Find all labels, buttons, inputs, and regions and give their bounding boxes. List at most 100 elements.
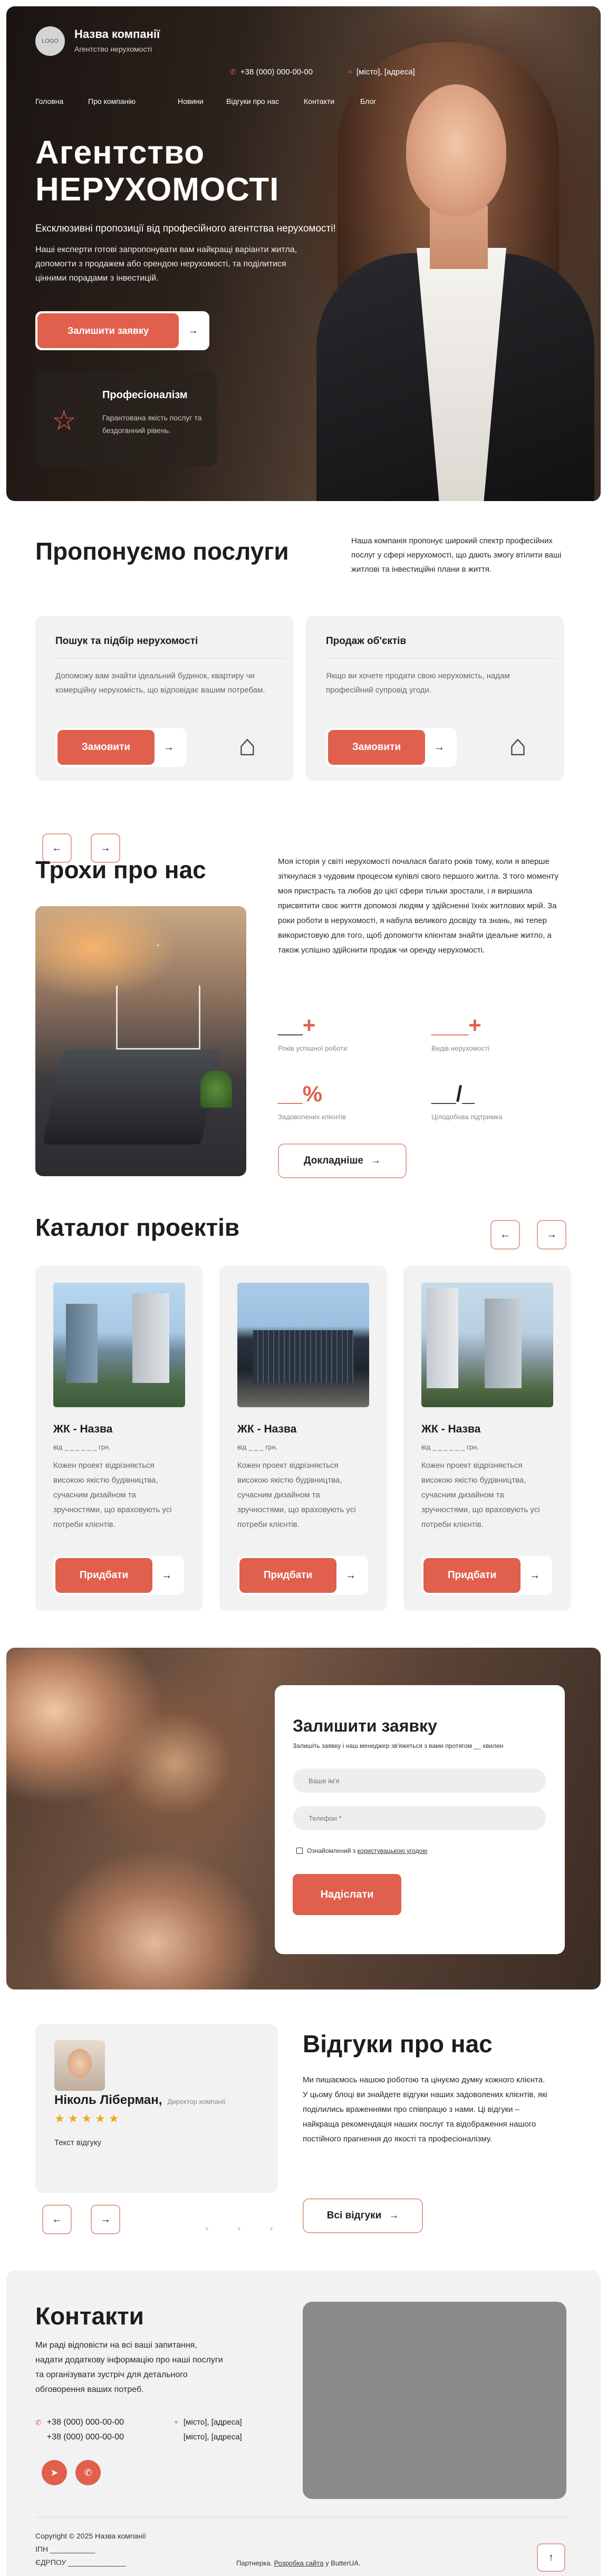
scroll-top-button[interactable]: ↑: [537, 2543, 565, 2572]
house-price-icon: ⌂: [509, 728, 527, 762]
all-reviews-button[interactable]: Всі відгуки →: [303, 2198, 423, 2233]
consent-text: Ознайомлений з користувацькою угодою: [307, 1847, 427, 1854]
request-title: Залишити заявку: [293, 1716, 437, 1735]
carousel-dot[interactable]: [270, 2227, 273, 2230]
arrow-right-icon[interactable]: →: [152, 1558, 181, 1593]
project-image: [53, 1283, 185, 1407]
buy-button[interactable]: Придбати: [423, 1558, 521, 1593]
stat-suffix: +: [302, 1013, 316, 1037]
credit-suffix: у ButterUA.: [323, 2559, 361, 2567]
project-name: ЖК - Назва: [421, 1423, 481, 1435]
project-description: Кожен проект відрізняється високою якіст…: [53, 1461, 172, 1529]
project-image: [237, 1283, 369, 1407]
phone-input[interactable]: [293, 1806, 546, 1830]
order-button[interactable]: Замовити: [328, 730, 425, 765]
stat-clients: __%: [278, 1081, 322, 1107]
logo-text: LOGO: [42, 38, 59, 44]
buy-button[interactable]: Придбати: [239, 1558, 336, 1593]
user-agreement-link[interactable]: користувацькою угодою: [358, 1847, 428, 1854]
header-address: ⌖ [місто], [адреса]: [348, 68, 415, 76]
divider: [326, 658, 558, 659]
telegram-icon[interactable]: ➤: [42, 2460, 67, 2485]
ipn: ІПН ___________: [35, 2545, 95, 2553]
contact-phone[interactable]: ✆+38 (000) 000-00-00: [35, 2418, 124, 2427]
services-intro: Наша компанія пропонує широкий спектр пр…: [351, 536, 562, 574]
contacts-description: Ми раді відповісти на всі ваші запитання…: [35, 2341, 223, 2394]
contact-address-text: [місто], [адреса]: [183, 2433, 242, 2442]
arrow-left-icon: ←: [52, 842, 62, 854]
arrow-right-icon[interactable]: →: [179, 313, 207, 348]
contact-address: ⌖[місто], [адреса]: [174, 2418, 242, 2427]
carousel-dot[interactable]: [238, 2227, 240, 2230]
nav-item-contacts[interactable]: Контакти: [304, 97, 360, 105]
project-price: від _ _ _ _ _ _ грн.: [53, 1443, 111, 1451]
project-image: [421, 1283, 553, 1407]
service-card-text: Якщо ви хочете продати свою нерухомість,…: [326, 671, 510, 695]
stat-label: Задоволених клієнтів: [278, 1113, 346, 1121]
developer-link[interactable]: Розробка сайта: [274, 2559, 324, 2567]
stat-suffix: +: [468, 1013, 481, 1037]
stat-label: Років успішної роботи: [278, 1044, 348, 1052]
leave-request-button[interactable]: Залишити заявку: [37, 313, 179, 348]
more-button-label: Докладніше: [304, 1155, 363, 1166]
about-title: Трохи про нас: [35, 856, 206, 883]
map[interactable]: [303, 2302, 566, 2499]
name-input[interactable]: [293, 1768, 546, 1793]
credit-prefix: Партнерка.: [236, 2559, 274, 2567]
arrow-right-icon[interactable]: →: [521, 1558, 549, 1593]
service-card-title: Пошук та підбір нерухомості: [55, 636, 198, 647]
logo[interactable]: LOGO: [35, 26, 65, 56]
footer-legal: Copyright © 2025 Назва компанії ІПН ____…: [35, 2530, 146, 2569]
nav-item-news[interactable]: Новини: [178, 97, 226, 105]
consent-row: Ознайомлений з користувацькою угодою: [296, 1847, 427, 1854]
catalog-next-button[interactable]: →: [537, 1220, 566, 1249]
reviews-next-button[interactable]: →: [91, 2205, 120, 2234]
reviews-title: Відгуки про нас: [303, 2030, 493, 2058]
header-phone-text: +38 (000) 000-00-00: [240, 68, 313, 76]
laptop-image: [42, 1050, 221, 1145]
reviews-prev-button[interactable]: ←: [42, 2205, 72, 2234]
nav-item-reviews[interactable]: Відгуки про нас: [226, 97, 304, 105]
hero-lead: Ексклюзивні пропозиції від професійного …: [35, 223, 336, 234]
contact-phone-text: +38 (000) 000-00-00: [46, 2418, 124, 2427]
buy-button[interactable]: Придбати: [55, 1558, 152, 1593]
feature-text: Гарантована якість послуг та бездоганний…: [102, 414, 202, 435]
viber-icon[interactable]: ✆: [75, 2460, 101, 2485]
arrow-right-icon: →: [100, 842, 111, 854]
stat-suffix: %: [302, 1081, 323, 1106]
contacts-title: Контакти: [35, 2302, 144, 2330]
carousel-dot[interactable]: [206, 2227, 208, 2230]
arrow-left-icon: ←: [52, 2213, 62, 2225]
nav-item-home[interactable]: Головна: [35, 97, 88, 105]
all-reviews-label: Всі відгуки: [326, 2210, 382, 2221]
project-price: від _ _ _ грн.: [237, 1443, 278, 1451]
project-price: від _ _ _ _ _ _ грн.: [421, 1443, 479, 1451]
arrow-right-icon: →: [389, 2210, 399, 2221]
header-phone[interactable]: ✆ +38 (000) 000-00-00: [230, 68, 313, 76]
arrow-right-icon: →: [546, 1228, 557, 1241]
hero-photo-face: [406, 84, 506, 216]
stat-value: ___: [431, 1013, 469, 1037]
stat-years: __+: [278, 1013, 315, 1038]
order-button[interactable]: Замовити: [57, 730, 155, 765]
project-name: ЖК - Назва: [53, 1423, 113, 1435]
contact-phone[interactable]: ✆+38 (000) 000-00-00: [35, 2433, 124, 2442]
reviewer-name: Ніколь Ліберман, Директор компанії: [54, 2093, 226, 2108]
send-button[interactable]: Надіслати: [293, 1874, 401, 1915]
arrow-right-icon[interactable]: →: [425, 730, 454, 765]
copyright: Copyright © 2025 Назва компанії: [35, 2532, 146, 2540]
carousel-dots: [206, 2227, 273, 2230]
location-pin-icon: ⌖: [348, 68, 352, 76]
arrow-right-icon[interactable]: →: [336, 1558, 365, 1593]
contact-address: ⌖[місто], [адреса]: [174, 2433, 242, 2442]
arrow-right-icon[interactable]: →: [155, 730, 183, 765]
consent-checkbox[interactable]: [296, 1848, 303, 1854]
catalog-prev-button[interactable]: ←: [490, 1220, 520, 1249]
nav-item-about[interactable]: Про компанію: [88, 97, 178, 105]
nav-item-blog[interactable]: Блог: [360, 97, 376, 105]
more-button[interactable]: Докладніше →: [278, 1143, 407, 1178]
about-text: Моя історія у світі нерухомості почалася…: [278, 857, 558, 955]
feature-title: Професіоналізм: [102, 389, 188, 401]
hero-title-line2: НЕРУХОМОСТІ: [35, 171, 280, 208]
location-pin-icon: ⌖: [174, 2418, 178, 2426]
